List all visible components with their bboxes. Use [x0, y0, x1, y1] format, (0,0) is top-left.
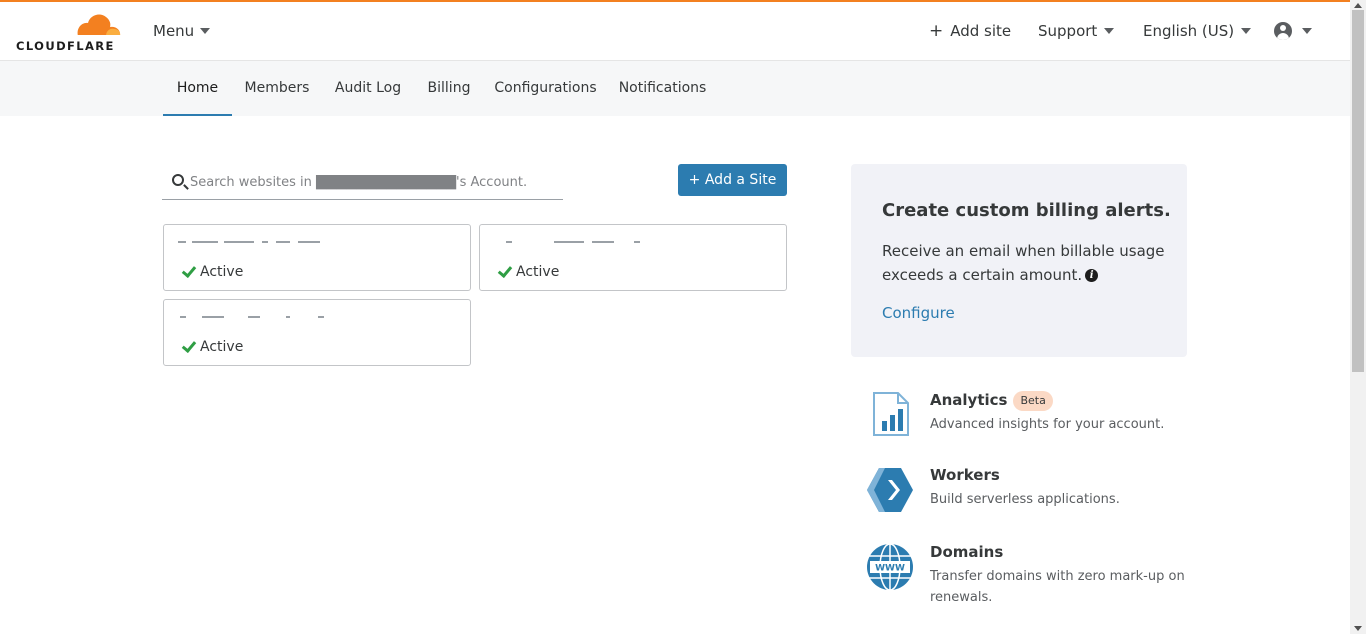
tab-notifications[interactable]: Notifications: [612, 61, 713, 116]
billing-alert-title: Create custom billing alerts.: [882, 200, 1171, 221]
support-dropdown[interactable]: Support: [1038, 22, 1115, 40]
site-status: Active: [180, 339, 243, 355]
user-avatar-icon: [1274, 22, 1292, 40]
check-icon: [180, 266, 194, 278]
chevron-down-icon: [200, 28, 211, 34]
product-description: Advanced insights for your account.: [930, 417, 1165, 432]
chevron-down-icon: [1302, 28, 1312, 34]
menu-dropdown[interactable]: Menu: [153, 22, 211, 40]
status-label: Active: [200, 339, 244, 355]
plus-icon: +: [929, 20, 944, 41]
add-site-label: Add site: [950, 22, 1012, 40]
language-label: English (US): [1143, 22, 1235, 40]
billing-alert-text: Receive an email when billable usage exc…: [882, 242, 1165, 284]
analytics-icon: [873, 392, 909, 436]
site-card[interactable]: Active: [163, 224, 471, 291]
product-name: Analytics Beta: [930, 391, 1053, 411]
add-a-site-button[interactable]: + Add a Site: [678, 164, 787, 196]
support-label: Support: [1038, 22, 1098, 40]
tab-billing[interactable]: Billing: [419, 61, 479, 116]
product-workers[interactable]: Workers Build serverless applications.: [866, 466, 1196, 526]
product-name: Domains: [930, 543, 1004, 561]
cloudflare-logo[interactable]: CLOUDFLARE: [16, 12, 122, 53]
status-label: Active: [516, 264, 560, 280]
tab-configurations[interactable]: Configurations: [489, 61, 602, 116]
svg-text:WWW: WWW: [875, 564, 905, 574]
tab-members[interactable]: Members: [237, 61, 317, 116]
info-icon[interactable]: i: [1085, 269, 1099, 282]
site-search: [162, 164, 563, 200]
billing-alert-body: Receive an email when billable usage exc…: [882, 239, 1172, 287]
language-dropdown[interactable]: English (US): [1143, 22, 1252, 40]
chevron-down-icon: [1241, 28, 1252, 34]
tab-home[interactable]: Home: [163, 61, 232, 116]
beta-badge: Beta: [1013, 391, 1053, 411]
domains-globe-icon: WWW: [867, 543, 913, 591]
check-icon: [496, 266, 510, 278]
scrollbar-thumb[interactable]: [1352, 10, 1364, 372]
billing-alert-promo: Create custom billing alerts. Receive an…: [851, 164, 1187, 357]
configure-link[interactable]: Configure: [882, 304, 955, 322]
page-scrollbar[interactable]: [1350, 0, 1366, 634]
top-header: CLOUDFLARE Menu + Add site Support Engli…: [0, 2, 1350, 61]
site-status: Active: [496, 264, 559, 280]
check-icon: [180, 341, 194, 353]
scroll-up-icon[interactable]: [1354, 3, 1362, 8]
cloud-logo-icon: [76, 14, 122, 37]
product-description: Build serverless applications.: [930, 492, 1120, 507]
search-input[interactable]: [190, 170, 560, 194]
site-card[interactable]: Active: [163, 299, 471, 366]
redacted-domain-name: [494, 235, 644, 247]
account-menu[interactable]: [1274, 22, 1312, 40]
redacted-domain-name: [178, 310, 328, 322]
site-card[interactable]: Active: [479, 224, 787, 291]
status-label: Active: [200, 264, 244, 280]
scroll-down-icon[interactable]: [1354, 626, 1362, 631]
account-tabs: Home Members Audit Log Billing Configura…: [0, 61, 1350, 116]
redacted-domain-name: [178, 235, 328, 247]
product-name: Workers: [930, 466, 1000, 484]
search-icon: [172, 174, 184, 186]
menu-label: Menu: [153, 22, 195, 40]
add-site-link[interactable]: + Add site: [929, 22, 1011, 40]
chevron-down-icon: [1104, 28, 1115, 34]
site-status: Active: [180, 264, 243, 280]
cloudflare-wordmark: CLOUDFLARE: [16, 39, 115, 53]
workers-icon: [867, 468, 913, 512]
product-domains[interactable]: WWW Domains Transfer domains with zero m…: [866, 543, 1196, 605]
product-analytics[interactable]: Analytics Beta Advanced insights for your…: [866, 391, 1196, 451]
product-description: Transfer domains with zero mark-up on re…: [930, 569, 1185, 605]
tab-audit-log[interactable]: Audit Log: [327, 61, 409, 116]
analytics-name: Analytics: [930, 391, 1008, 409]
